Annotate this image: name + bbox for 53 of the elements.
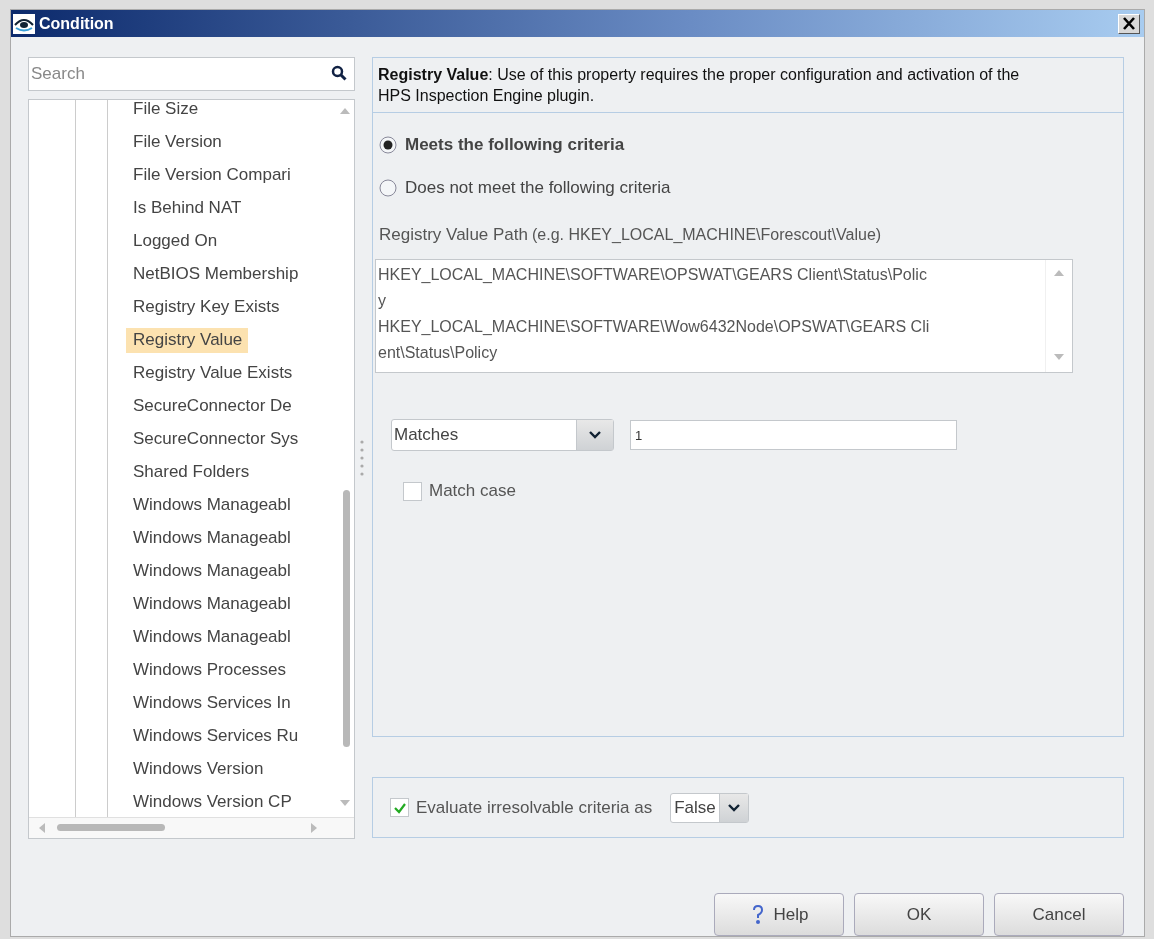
tree-item[interactable]: Logged On <box>126 229 224 254</box>
check-icon <box>392 801 407 814</box>
tree-item[interactable]: Windows Services Ru <box>126 724 305 749</box>
tree-item[interactable]: File Version Compari <box>126 163 297 188</box>
dialog-button[interactable]: OK <box>854 893 984 936</box>
tree-item[interactable]: Windows Processes <box>126 658 293 683</box>
value-field[interactable]: 1 <box>630 420 957 450</box>
up-arrow-icon[interactable] <box>1054 270 1064 276</box>
tree-item[interactable]: Windows Manageabl <box>126 559 297 584</box>
close-icon <box>1122 17 1136 30</box>
tree-item[interactable]: Windows Services In <box>126 691 297 716</box>
scrollbar-thumb[interactable] <box>343 490 350 747</box>
tree-item[interactable]: File Version <box>126 130 228 155</box>
help-button[interactable]: Help <box>714 893 844 936</box>
down-arrow-icon[interactable] <box>1054 354 1064 360</box>
tree-item[interactable]: Windows Manageabl <box>126 625 297 650</box>
tree-item[interactable]: SecureConnector Sys <box>126 427 305 452</box>
tree-item[interactable]: Windows Version <box>126 757 270 782</box>
tree-item[interactable]: Windows Manageabl <box>126 592 297 617</box>
right-arrow-icon[interactable] <box>311 823 317 833</box>
tree-item[interactable]: Registry Key Exists <box>126 295 286 320</box>
tree-item[interactable]: NetBIOS Membership <box>126 262 305 287</box>
operator-dropdown[interactable]: Matches <box>391 419 614 451</box>
eye-icon <box>13 13 35 34</box>
tree-item[interactable]: Registry Value <box>126 328 249 353</box>
field-label: Registry Value Path <box>379 225 528 245</box>
tree-item[interactable]: Registry Value Exists <box>126 361 299 386</box>
chevron-down-icon <box>588 430 602 440</box>
tree-item[interactable]: Is Behind NAT <box>126 196 248 221</box>
tree-item[interactable]: Shared Folders <box>126 460 256 485</box>
search-icon <box>331 65 347 81</box>
evaluate-checkbox[interactable]: Evaluate irresolvable criteria as <box>390 797 653 818</box>
down-arrow-icon[interactable] <box>340 800 350 806</box>
match-case-checkbox[interactable]: Match case <box>403 481 516 501</box>
dialog-button[interactable]: Cancel <box>994 893 1124 936</box>
scrollbar-thumb[interactable] <box>57 824 165 831</box>
radio-option[interactable]: Does not meet the following criteria <box>379 166 671 209</box>
up-arrow-icon[interactable] <box>340 108 350 114</box>
tree-item[interactable]: Windows Manageabl <box>126 493 297 518</box>
radio-option[interactable]: Meets the following criteria <box>379 123 625 166</box>
info-text: Registry Value: Use of this property requires the proper configuration and activation of the HPS Inspection Engine plugin. <box>372 57 1124 113</box>
chevron-down-icon <box>726 802 741 813</box>
left-arrow-icon[interactable] <box>39 823 45 833</box>
search-field[interactable]: Search <box>28 57 355 91</box>
close-button[interactable] <box>1118 13 1140 34</box>
tree-item[interactable]: Windows Version CP <box>126 790 298 815</box>
window-title: Condition <box>39 14 115 33</box>
tree-item[interactable]: File Size <box>126 100 205 122</box>
path-text-area[interactable]: HKEY_LOCAL_MACHINE\SOFTWARE\OPSWAT\GEARS Client\Status\Polic y HKEY_LOCAL_MACHINE\SOFTWARE\Wow6432Node\OPSWAT\GEARS Cli ent\Status\Policy <box>375 259 1073 373</box>
tree-item[interactable]: Windows Manageabl <box>126 526 297 551</box>
field-hint: (e.g. HKEY_LOCAL_MACHINE\Forescout\Value) <box>532 226 882 244</box>
result-dropdown[interactable]: False <box>670 792 749 823</box>
tree-item[interactable]: SecureConnector De <box>126 394 298 419</box>
